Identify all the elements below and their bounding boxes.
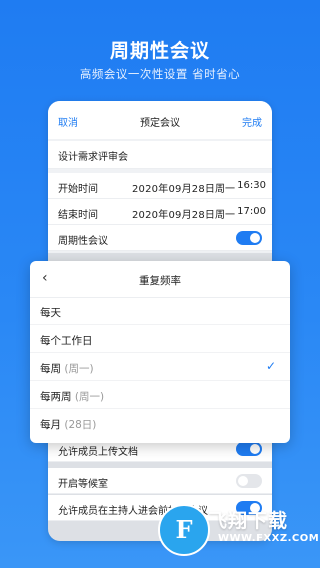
- allow-upload-toggle[interactable]: [236, 442, 262, 456]
- promo-subtitle: 高频会议一次性设置 省时省心: [79, 67, 241, 81]
- recurring-meeting-label: 周期性会议: [58, 236, 108, 247]
- toggle-knob: [250, 444, 260, 454]
- sheet-title: 重复频率: [139, 275, 181, 287]
- watermark-url: WWW.FXXZ.COM: [218, 533, 320, 544]
- option-label: 每周 (周一): [40, 363, 94, 375]
- waiting-room-row: 开启等候室: [48, 468, 272, 494]
- option-hint: (周一): [74, 391, 105, 403]
- option-label: 每两周 (周一): [40, 391, 105, 403]
- end-time-row[interactable]: 结束时间 2020年09月28日 周一 17:00: [48, 199, 272, 225]
- option-biweekly[interactable]: 每两周 (周一): [30, 381, 290, 409]
- recurring-meeting-row: 周期性会议: [48, 225, 272, 251]
- meeting-name-value: 设计需求评审会: [58, 152, 128, 163]
- repeat-frequency-sheet: ‹ 重复频率 每天 每个工作日 每周 (周一) ✓ 每两周 (周一) 每月 (2…: [30, 261, 290, 443]
- start-clock: 16:30: [237, 180, 266, 191]
- toggle-knob: [250, 233, 260, 243]
- option-weekly[interactable]: 每周 (周一) ✓: [30, 353, 290, 381]
- screen-title: 预定会议: [140, 118, 180, 129]
- checkmark-icon: ✓: [265, 359, 276, 373]
- option-weekdays[interactable]: 每个工作日: [30, 325, 290, 353]
- meeting-name-field[interactable]: 设计需求评审会: [48, 141, 272, 169]
- start-weekday: 周一: [215, 184, 235, 195]
- done-button[interactable]: 完成: [242, 114, 262, 129]
- allow-upload-label: 允许成员上传文档: [58, 447, 138, 458]
- watermark-brand: 飞翔下载: [208, 510, 289, 532]
- watermark-logo-letter: F: [175, 515, 193, 544]
- start-time-label: 开始时间: [58, 184, 98, 195]
- option-label: 每个工作日: [40, 335, 93, 347]
- end-date: 2020年09月28日: [132, 210, 216, 221]
- site-watermark: F 飞翔下载 WWW.FXXZ.COM: [150, 500, 320, 562]
- sheet-header: ‹ 重复频率: [30, 261, 290, 298]
- option-hint: (28日): [64, 419, 97, 431]
- watermark-logo: F: [158, 504, 210, 556]
- option-monthly[interactable]: 每月 (28日): [30, 409, 290, 437]
- start-date: 2020年09月28日: [132, 184, 216, 195]
- navigation-bar: 取消 预定会议 完成: [48, 101, 272, 139]
- waiting-room-label: 开启等候室: [58, 479, 108, 490]
- end-weekday: 周一: [215, 210, 235, 221]
- promo-title: 周期性会议: [109, 40, 210, 62]
- start-time-row[interactable]: 开始时间 2020年09月28日 周一 16:30: [48, 173, 272, 199]
- option-hint: (周一): [64, 363, 94, 375]
- option-label: 每天: [40, 307, 61, 319]
- option-daily[interactable]: 每天: [30, 297, 290, 325]
- end-clock: 17:00: [237, 206, 266, 217]
- recurring-meeting-toggle[interactable]: [236, 231, 262, 245]
- end-time-label: 结束时间: [58, 210, 98, 221]
- waiting-room-toggle[interactable]: [236, 474, 262, 488]
- option-label: 每月 (28日): [40, 419, 97, 431]
- toggle-knob: [238, 476, 248, 486]
